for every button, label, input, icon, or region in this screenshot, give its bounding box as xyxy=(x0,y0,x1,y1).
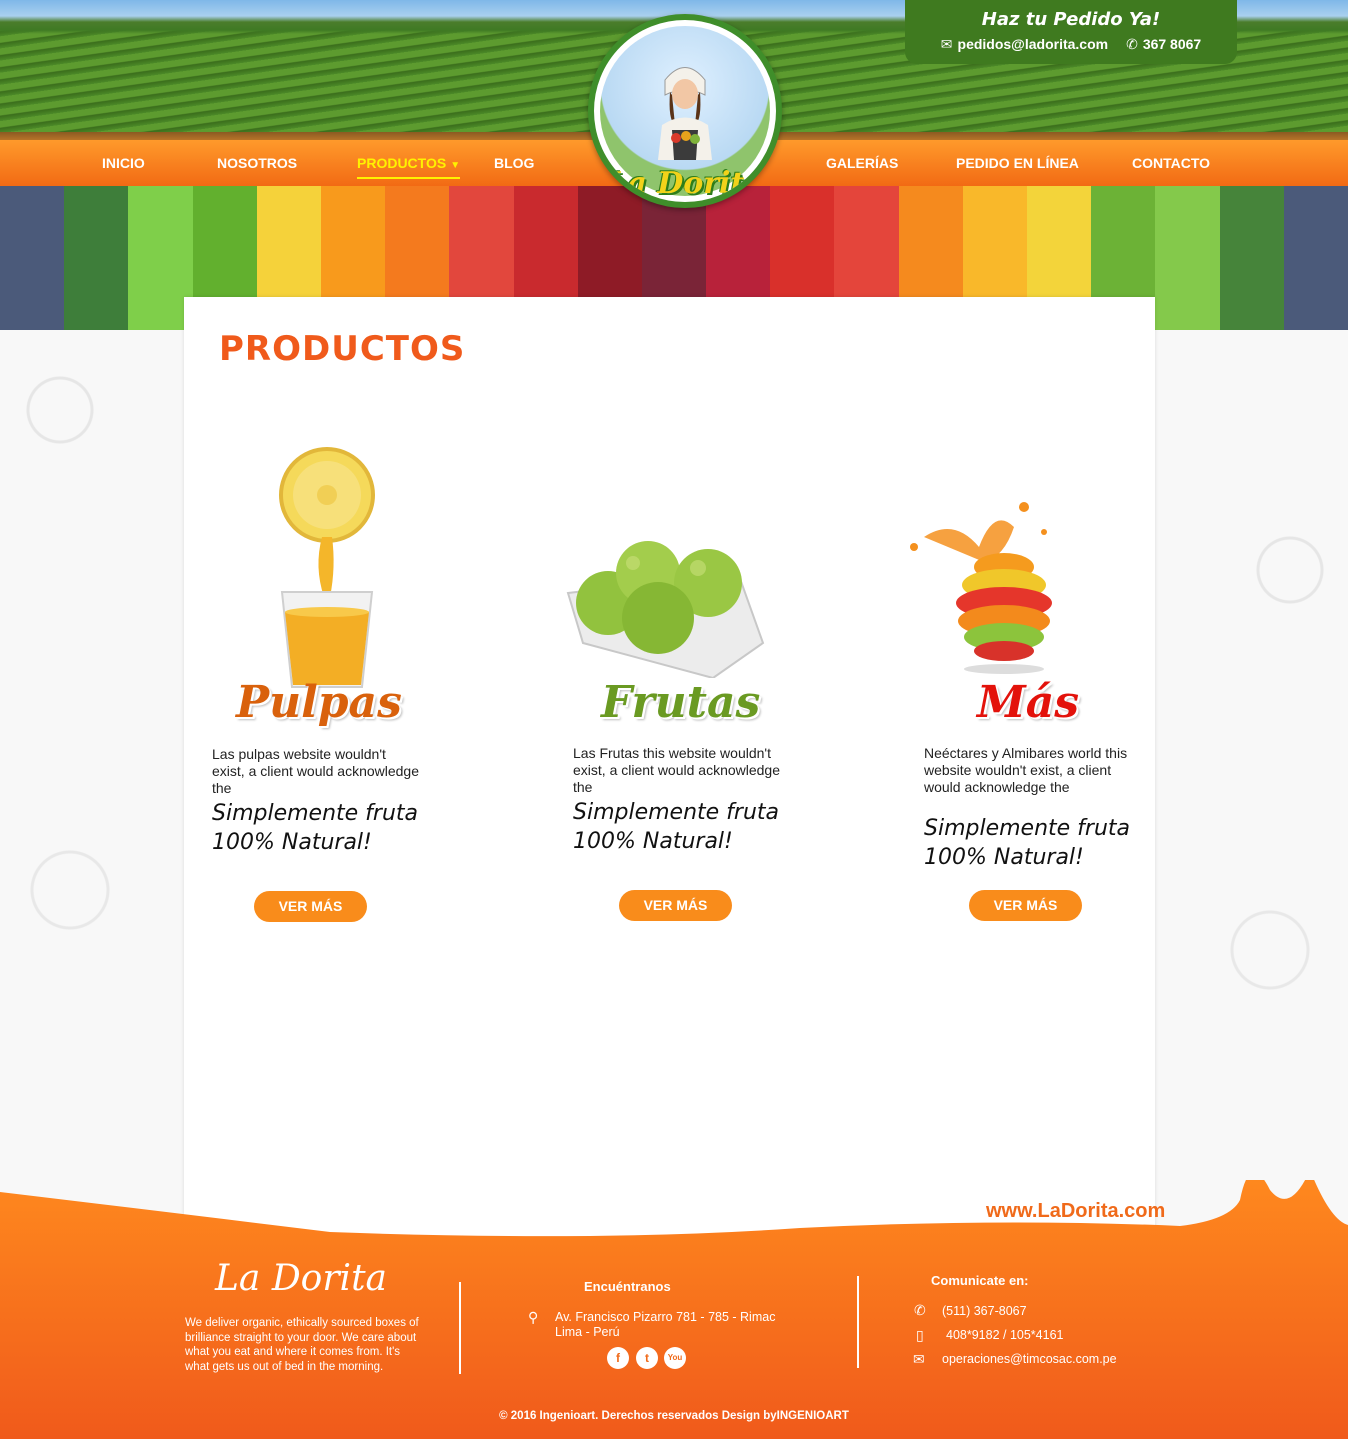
ver-mas-mas-button[interactable]: VER MÁS xyxy=(969,890,1082,921)
contact-phone: (511) 367-8067 xyxy=(942,1304,1027,1318)
footer-divider xyxy=(857,1276,859,1368)
order-phone[interactable]: ✆ 367 8067 xyxy=(1126,36,1201,53)
mail-icon: ✉ xyxy=(913,1351,925,1367)
logo-text: La Dorita xyxy=(606,166,764,201)
product-frutas-slogan-2: 100% Natural! xyxy=(573,829,733,854)
product-pulpas-title: Pulpas xyxy=(236,677,402,728)
product-mas-title: Más xyxy=(977,677,1079,728)
twitter-icon[interactable]: t xyxy=(636,1347,658,1369)
green-apples-tray-image xyxy=(566,541,765,678)
ver-mas-frutas-button[interactable]: VER MÁS xyxy=(619,890,732,921)
product-mas-desc: Neéctares y Almibares world this website… xyxy=(924,745,1128,795)
mail-icon: ✉ xyxy=(940,36,953,52)
footer-divider xyxy=(459,1282,461,1374)
copyright-text: © 2016 Ingenioart. Derechos reservados D… xyxy=(499,1410,849,1422)
product-frutas-slogan-1: Simplemente fruta xyxy=(573,800,780,825)
product-mas-slogan-1: Simplemente fruta xyxy=(924,816,1131,841)
phone-icon: ✆ xyxy=(914,1302,926,1318)
footer-brand: La Dorita xyxy=(215,1258,388,1299)
nav-item-nosotros[interactable]: NOSOTROS xyxy=(217,155,297,171)
la-dorita-logo[interactable]: La Dorita xyxy=(588,14,782,208)
nav-item-pedido-en-linea[interactable]: PEDIDO EN LÍNEA xyxy=(956,155,1079,171)
address-line-1: Av. Francisco Pizarro 781 - 785 - Rimac xyxy=(555,1310,776,1324)
nav-item-productos-label: PRODUCTOS xyxy=(357,155,447,171)
order-email-text: pedidos@ladorita.com xyxy=(957,36,1109,52)
nav-item-galerias[interactable]: GALERÍAS xyxy=(826,155,898,171)
phone-icon: ✆ xyxy=(1126,36,1138,52)
nav-item-inicio[interactable]: INICIO xyxy=(102,155,145,171)
page-title: PRODUCTOS xyxy=(219,329,466,369)
facebook-icon[interactable]: f xyxy=(607,1347,629,1369)
order-title: Haz tu Pedido Ya! xyxy=(981,9,1161,30)
footer-about-text: We deliver organic, ethically sourced bo… xyxy=(185,1317,419,1373)
fruit-splash-image xyxy=(910,502,1052,674)
product-pulpas-slogan-2: 100% Natural! xyxy=(212,830,372,855)
youtube-icon[interactable]: You xyxy=(664,1347,686,1369)
mobile-icon: ▯ xyxy=(916,1327,924,1343)
location-pin-icon: ⚲ xyxy=(528,1309,539,1325)
product-mas-slogan-2: 100% Natural! xyxy=(924,845,1084,870)
contact-mobile: 408*9182 / 105*4161 xyxy=(946,1328,1064,1342)
products-card: PRODUCTOS Pulpas Las pulpas website woul… xyxy=(184,297,1155,1237)
product-pulpas-slogan-1: Simplemente fruta xyxy=(212,801,419,826)
site-url-link[interactable]: www.LaDorita.com xyxy=(986,1200,1165,1223)
nav-item-blog[interactable]: BLOG xyxy=(494,155,534,171)
product-frutas-desc: Las Frutas this website wouldn't exist, … xyxy=(573,745,781,795)
nav-item-contacto[interactable]: CONTACTO xyxy=(1132,155,1210,171)
product-pulpas-desc: Las pulpas website wouldn't exist, a cli… xyxy=(212,746,420,796)
product-frutas-title: Frutas xyxy=(601,677,761,728)
pineapple-juice-image xyxy=(279,447,375,688)
address-line-2: Lima - Perú xyxy=(555,1325,620,1339)
logo-woman-illustration xyxy=(658,67,712,160)
order-now-box: Haz tu Pedido Ya! ✉ pedidos@ladorita.com … xyxy=(905,0,1237,64)
nav-item-productos[interactable]: PRODUCTOS ▼ xyxy=(357,155,461,179)
contact-email[interactable]: operaciones@timcosac.com.pe xyxy=(942,1352,1117,1367)
order-phone-text: 367 8067 xyxy=(1142,36,1202,52)
ver-mas-pulpas-button[interactable]: VER MÁS xyxy=(254,891,367,922)
caret-down-icon: ▼ xyxy=(450,160,461,171)
order-email[interactable]: ✉ pedidos@ladorita.com xyxy=(941,36,1108,53)
contact-title: Comunicate en: xyxy=(931,1273,1029,1288)
find-us-title: Encuéntranos xyxy=(584,1279,671,1294)
